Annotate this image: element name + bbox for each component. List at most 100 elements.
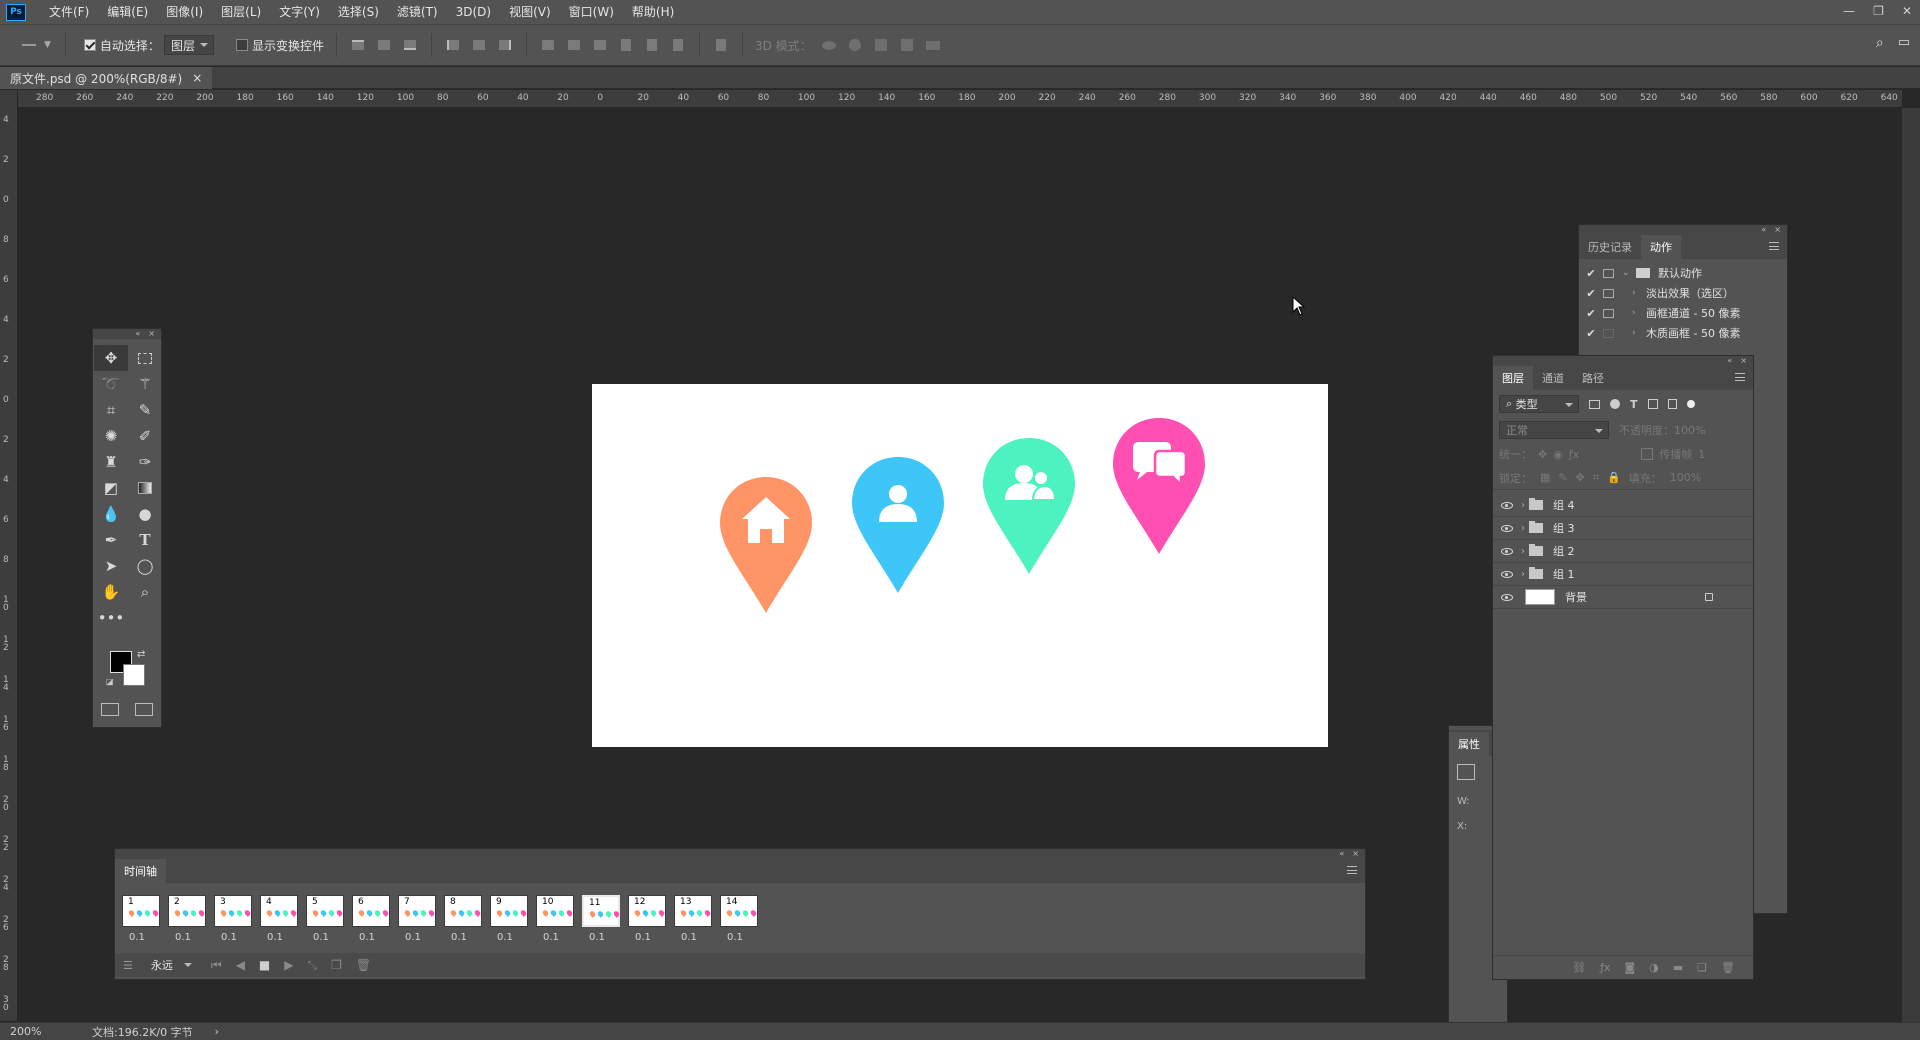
chevron-down-icon[interactable]: ▼	[44, 40, 51, 50]
ellipse-tool-icon[interactable]: ◯	[128, 553, 162, 579]
collapse-icon[interactable]: «	[1727, 356, 1732, 366]
align-top-icon[interactable]	[349, 36, 367, 54]
clone-stamp-tool-icon[interactable]: ♜	[94, 449, 128, 475]
tab-paths[interactable]: 路径	[1573, 366, 1613, 390]
timeline-frame[interactable]: 6 0.1	[349, 895, 395, 951]
panel-menu-icon[interactable]	[1769, 242, 1779, 250]
close-panel-icon[interactable]: ×	[1352, 849, 1359, 859]
panel-menu-icon[interactable]	[1347, 866, 1357, 874]
delete-layer-icon[interactable]: 🗑	[1721, 961, 1735, 974]
lock-pixels-icon[interactable]: ✎	[1558, 471, 1567, 484]
lock-icon[interactable]	[1705, 593, 1713, 601]
panel-menu-icon[interactable]	[1735, 373, 1745, 381]
visibility-toggle[interactable]	[1493, 524, 1521, 532]
unify-position-icon[interactable]: ✥	[1538, 448, 1547, 461]
filter-type-icon[interactable]: T	[1630, 398, 1638, 411]
minimize-icon[interactable]: —	[1843, 0, 1855, 22]
history-brush-tool-icon[interactable]: ✑	[128, 449, 162, 475]
timeline-frame[interactable]: 12 0.1	[625, 895, 671, 951]
default-colors-icon[interactable]: ◪	[106, 677, 114, 686]
eraser-tool-icon[interactable]: ◩	[94, 475, 128, 501]
zoom-level[interactable]: 200%	[10, 1025, 70, 1038]
layer-row[interactable]: › 组 1	[1493, 563, 1753, 586]
tab-history[interactable]: 历史记录	[1579, 235, 1641, 259]
frame-duration[interactable]: 0.1	[727, 932, 743, 943]
align-vcenter-icon[interactable]	[375, 36, 393, 54]
action-row[interactable]: ✔ › 淡出效果（选区）	[1579, 283, 1787, 303]
brush-tool-icon[interactable]: ✐	[128, 423, 162, 449]
convert-timeline-icon[interactable]: ☰	[123, 959, 133, 972]
lock-artboard-icon[interactable]: ⌗	[1593, 471, 1599, 485]
document-tab[interactable]: 原文件.psd @ 200%(RGB/8#) ×	[0, 67, 213, 89]
frame-duration[interactable]: 0.1	[313, 932, 329, 943]
hand-tool-icon[interactable]: ✋	[94, 579, 128, 605]
pan-3d-icon[interactable]	[872, 36, 890, 54]
layer-row[interactable]: › 组 3	[1493, 517, 1753, 540]
frame-duration[interactable]: 0.1	[497, 932, 513, 943]
orbit-3d-icon[interactable]	[820, 36, 838, 54]
menu-item[interactable]: 图层(L)	[212, 0, 270, 24]
auto-select-checkbox[interactable]	[83, 39, 96, 51]
check-icon[interactable]: ✔	[1579, 307, 1603, 320]
pen-tool-icon[interactable]: ✒	[94, 527, 128, 553]
menu-item[interactable]: 3D(D)	[447, 0, 500, 24]
new-layer-icon[interactable]: ❏	[1697, 961, 1707, 974]
dialog-toggle-icon[interactable]	[1603, 328, 1614, 338]
action-row[interactable]: ✔ › 画框通道 - 50 像素	[1579, 303, 1787, 323]
close-panel-icon[interactable]: ×	[1740, 356, 1747, 366]
action-row[interactable]: ✔ › 木质画框 - 50 像素	[1579, 323, 1787, 343]
timeline-frame[interactable]: 9 0.1	[487, 895, 533, 951]
auto-align-icon[interactable]	[712, 36, 730, 54]
swap-colors-icon[interactable]: ⇄	[137, 649, 145, 660]
move-tool-icon[interactable]: ✥	[94, 345, 128, 371]
visibility-toggle[interactable]	[1493, 593, 1521, 601]
tab-properties[interactable]: 属性	[1449, 732, 1489, 756]
next-frame-icon[interactable]: ▶	[284, 958, 293, 972]
menu-item[interactable]: 窗口(W)	[560, 0, 623, 24]
menu-item[interactable]: 编辑(E)	[98, 0, 157, 24]
lasso-tool-icon[interactable]: ➰	[94, 371, 128, 397]
align-right-icon[interactable]	[496, 36, 514, 54]
move-tool-preset-icon[interactable]	[18, 36, 40, 54]
distribute-vcenter-icon[interactable]	[565, 36, 583, 54]
dialog-toggle-icon[interactable]	[1603, 268, 1614, 278]
frame-duration[interactable]: 0.1	[635, 932, 651, 943]
menu-item[interactable]: 滤镜(T)	[388, 0, 447, 24]
align-hcenter-icon[interactable]	[470, 36, 488, 54]
layer-row[interactable]: › 组 4	[1493, 494, 1753, 517]
dialog-toggle-icon[interactable]	[1603, 308, 1614, 318]
menu-item[interactable]: 文字(Y)	[270, 0, 329, 24]
align-bottom-icon[interactable]	[401, 36, 419, 54]
visibility-toggle[interactable]	[1493, 570, 1521, 578]
chevron-right-icon[interactable]: ›	[1521, 523, 1525, 534]
chevron-right-icon[interactable]: ›	[1632, 288, 1646, 298]
loop-dropdown[interactable]: 永远	[144, 956, 197, 974]
collapse-icon[interactable]: «	[135, 329, 140, 339]
frame-duration[interactable]: 0.1	[451, 932, 467, 943]
distribute-hcenter-icon[interactable]	[643, 36, 661, 54]
gradient-tool-icon[interactable]	[128, 475, 162, 501]
timeline-frame[interactable]: 13 0.1	[671, 895, 717, 951]
close-window-icon[interactable]: ✕	[1902, 0, 1912, 22]
eyedropper-tool-icon[interactable]: ✎	[128, 397, 162, 423]
add-mask-icon[interactable]: ◙	[1624, 961, 1635, 974]
collapse-icon[interactable]: «	[1339, 849, 1344, 859]
timeline-frame[interactable]: 3 0.1	[211, 895, 257, 951]
tween-icon[interactable]: ⤡	[308, 958, 318, 973]
delete-frame-icon[interactable]: 🗑	[356, 958, 371, 972]
new-group-icon[interactable]: ▬	[1673, 961, 1683, 974]
lock-position-icon[interactable]: ✥	[1576, 471, 1585, 484]
action-set-row[interactable]: ✔ ⌄ 默认动作	[1579, 263, 1787, 283]
distribute-bottom-icon[interactable]	[591, 36, 609, 54]
chevron-right-icon[interactable]: ›	[1632, 308, 1646, 318]
adjustment-layer-icon[interactable]: ◑	[1649, 961, 1659, 974]
check-icon[interactable]: ✔	[1579, 327, 1603, 340]
vertical-scrollbar[interactable]	[1902, 108, 1920, 1022]
filter-shape-icon[interactable]	[1647, 399, 1658, 409]
propagate-checkbox[interactable]	[1641, 448, 1654, 460]
lock-all-icon[interactable]: 🔒	[1607, 471, 1621, 484]
duplicate-frame-icon[interactable]: ❐	[331, 958, 342, 972]
layer-row-background[interactable]: 背景	[1493, 586, 1753, 609]
path-selection-tool-icon[interactable]: ➤	[94, 553, 128, 579]
menu-item[interactable]: 视图(V)	[500, 0, 560, 24]
